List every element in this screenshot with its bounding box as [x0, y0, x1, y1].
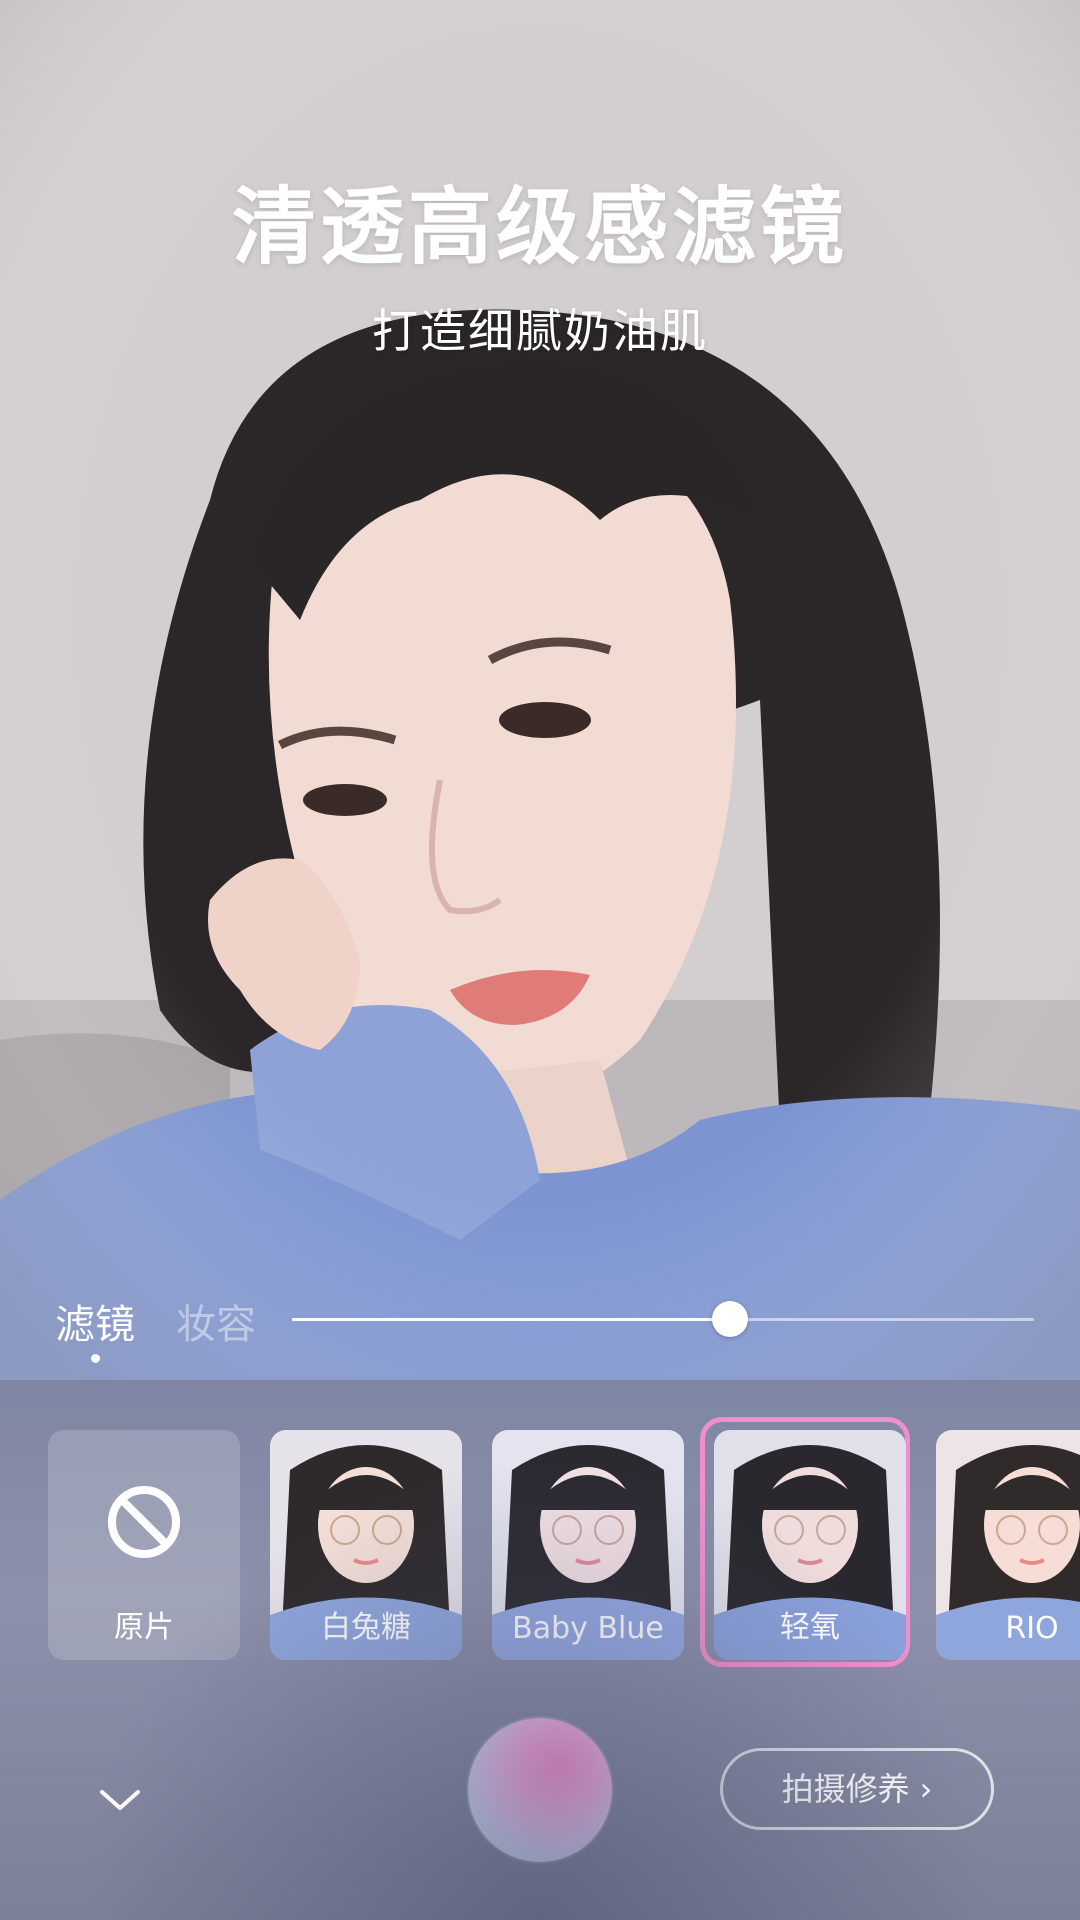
shutter-button[interactable]: [468, 1718, 612, 1862]
chevron-down-icon[interactable]: [90, 1780, 150, 1820]
filter-label: 原片: [114, 1610, 174, 1645]
active-tab-indicator: [91, 1354, 100, 1363]
promo-subline: 打造细腻奶油肌: [372, 304, 708, 358]
no-filter-icon: [108, 1486, 180, 1558]
tab-makeup[interactable]: 妆容: [176, 1292, 256, 1350]
filter-item-selected[interactable]: 轻氧: [714, 1430, 906, 1660]
filter-label: 轻氧: [780, 1610, 840, 1645]
filter-label: RIO: [1005, 1611, 1059, 1646]
filter-list[interactable]: 原片 白兔糖 Baby Blue 轻氧 RIO: [0, 1417, 1080, 1667]
filter-item[interactable]: 白兔糖: [270, 1430, 462, 1660]
promo-headline: 清透高级感滤镜: [231, 178, 848, 276]
filter-panel: 原片 白兔糖 Baby Blue 轻氧 RIO 拍摄修养 ›: [0, 1380, 1080, 1920]
filter-label: Baby Blue: [512, 1611, 664, 1646]
filter-item[interactable]: RIO: [936, 1430, 1080, 1660]
filter-intensity-slider[interactable]: [292, 1301, 1034, 1337]
shoot-settings-label: 拍摄修养: [781, 1770, 910, 1808]
chevron-right-icon: ›: [919, 1770, 933, 1808]
filter-label: 白兔糖: [321, 1610, 411, 1645]
filter-item[interactable]: Baby Blue: [492, 1430, 684, 1660]
shoot-settings-button[interactable]: 拍摄修养 ›: [720, 1748, 994, 1830]
tab-filter[interactable]: 滤镜: [55, 1292, 135, 1350]
slider-fill: [292, 1318, 730, 1321]
filter-item-original[interactable]: 原片: [48, 1430, 240, 1660]
camera-preview[interactable]: 清透高级感滤镜 打造细腻奶油肌 滤镜 妆容: [0, 0, 1080, 1380]
slider-thumb[interactable]: [711, 1301, 748, 1337]
